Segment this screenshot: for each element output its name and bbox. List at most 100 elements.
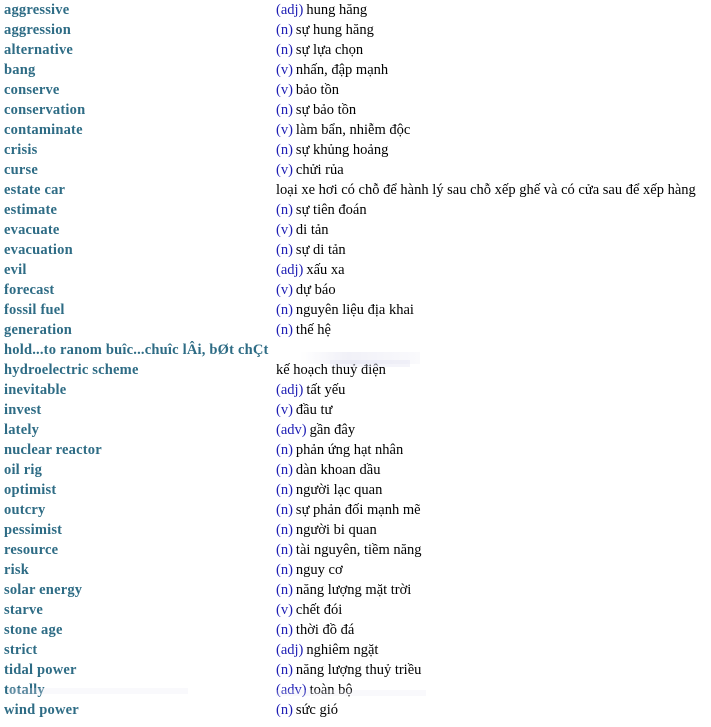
vocab-row: pessimist (n) người bi quan: [0, 520, 711, 540]
vocab-row: generation (n) thế hệ: [0, 320, 711, 340]
part-of-speech-tag: (n): [276, 22, 293, 38]
vocab-definition: (n) sự di tản: [276, 240, 346, 260]
vocab-row: outcry (n) sự phản đối mạnh mẽ: [0, 500, 711, 520]
vocab-definition: (n) năng lượng thuỷ triều: [276, 660, 421, 680]
vocab-term: generation: [4, 322, 73, 338]
vocab-term: curse: [4, 162, 39, 178]
vocab-definition: (v) nhấn, đập mạnh: [276, 60, 388, 80]
vocab-row: conservation (n) sự bảo tồn: [0, 100, 711, 120]
vocab-gloss: sự khủng hoảng: [295, 142, 389, 158]
vocab-row: contaminate (v) làm bẩn, nhiễm độc: [0, 120, 711, 140]
part-of-speech-tag: (n): [276, 302, 293, 318]
vocab-row: lately (adv) gần đây: [0, 420, 711, 440]
vocab-definition: (adj) xấu xa: [276, 260, 345, 280]
vocab-definition: (n) dàn khoan dầu: [276, 460, 380, 480]
vocab-gloss: sự tiên đoán: [295, 202, 367, 218]
part-of-speech-tag: (adj): [276, 382, 304, 398]
vocab-row: invest (v) đầu tư: [0, 400, 711, 420]
vocab-row: aggression (n) sự hung hăng: [0, 20, 711, 40]
part-of-speech-tag: (n): [276, 542, 293, 558]
vocab-term: stone age: [4, 622, 63, 638]
vocab-definition: (n) người bi quan: [276, 520, 377, 540]
part-of-speech-tag: (adj): [276, 642, 304, 658]
vocab-gloss: bảo tồn: [295, 82, 340, 98]
vocab-definition: (adj) tất yếu: [276, 380, 345, 400]
part-of-speech-tag: (n): [276, 242, 293, 258]
part-of-speech-tag: (n): [276, 42, 293, 58]
vocab-row: estate car loại xe hơi có chỗ để hành lý …: [0, 180, 711, 200]
vocab-row: risk (n) nguy cơ: [0, 560, 711, 580]
vocab-row: alternative (n) sự lựa chọn: [0, 40, 711, 60]
vocab-definition: (adj) nghiêm ngặt: [276, 640, 378, 660]
vocab-row: curse (v) chửi rủa: [0, 160, 711, 180]
vocab-gloss: người bi quan: [295, 522, 377, 538]
vocab-definition: (n) sự lựa chọn: [276, 40, 363, 60]
vocab-row: evil (adj) xấu xa: [0, 260, 711, 280]
vocab-term: optimist: [4, 482, 57, 498]
vocab-gloss: đầu tư: [295, 402, 333, 418]
vocab-row: hold...to ranom buîc...chuîc lÂi, bØt ch…: [0, 340, 711, 360]
vocab-gloss: tài nguyên, tiềm năng: [295, 542, 422, 558]
vocab-term: totally: [4, 682, 45, 698]
vocab-gloss: toàn bộ: [309, 682, 353, 698]
part-of-speech-tag: (n): [276, 562, 293, 578]
part-of-speech-tag: (n): [276, 142, 293, 158]
part-of-speech-tag: (v): [276, 282, 293, 298]
vocab-gloss: sự hung hăng: [295, 22, 374, 38]
vocab-definition: (adv) gần đây: [276, 420, 355, 440]
part-of-speech-tag: (n): [276, 462, 293, 478]
vocab-gloss: phản ứng hạt nhân: [295, 442, 404, 458]
vocab-row: evacuate (v) di tản: [0, 220, 711, 240]
vocabulary-list: aggressive (adj) hung hăng aggression (n) sự …: [0, 0, 711, 720]
vocab-gloss: loại xe hơi có chỗ để hành lý sau chỗ xế…: [276, 182, 696, 198]
vocab-term: evil: [4, 262, 27, 278]
vocab-definition: (v) chửi rủa: [276, 160, 344, 180]
part-of-speech-tag: (adv): [276, 422, 307, 438]
vocab-definition: (n) sự hung hăng: [276, 20, 374, 40]
vocab-term: strict: [4, 642, 38, 658]
vocab-definition: kế hoạch thuỷ điện: [276, 360, 386, 380]
part-of-speech-tag: (n): [276, 102, 293, 118]
vocab-definition: (n) thời đồ đá: [276, 620, 354, 640]
vocab-gloss: hung hăng: [306, 2, 368, 18]
vocab-gloss: nhấn, đập mạnh: [295, 62, 389, 78]
part-of-speech-tag: (v): [276, 402, 293, 418]
part-of-speech-tag: (n): [276, 702, 293, 718]
vocab-row: estimate (n) sự tiên đoán: [0, 200, 711, 220]
vocab-term: pessimist: [4, 522, 63, 538]
vocab-term: conservation: [4, 102, 86, 118]
vocab-row: resource (n) tài nguyên, tiềm năng: [0, 540, 711, 560]
part-of-speech-tag: (n): [276, 522, 293, 538]
part-of-speech-tag: (v): [276, 222, 293, 238]
vocab-gloss: người lạc quan: [295, 482, 383, 498]
part-of-speech-tag: (v): [276, 82, 293, 98]
vocab-row: inevitable (adj) tất yếu: [0, 380, 711, 400]
vocab-term: crisis: [4, 142, 38, 158]
vocab-row: stone age (n) thời đồ đá: [0, 620, 711, 640]
vocab-definition: (n) tài nguyên, tiềm năng: [276, 540, 422, 560]
part-of-speech-tag: (adv): [276, 682, 307, 698]
vocab-term: risk: [4, 562, 29, 578]
vocab-term: resource: [4, 542, 59, 558]
vocab-term: lately: [4, 422, 40, 438]
vocab-term: conserve: [4, 82, 60, 98]
vocab-row: totally (adv) toàn bộ: [0, 680, 711, 700]
vocab-term: alternative: [4, 42, 74, 58]
part-of-speech-tag: (n): [276, 202, 293, 218]
vocab-gloss: chết đói: [295, 602, 343, 618]
vocab-term: hydroelectric scheme: [4, 362, 139, 378]
vocab-definition: (adj) hung hăng: [276, 0, 367, 20]
vocab-term: bang: [4, 62, 36, 78]
vocab-definition: (n) thế hệ: [276, 320, 331, 340]
vocab-gloss: di tản: [295, 222, 329, 238]
part-of-speech-tag: (n): [276, 482, 293, 498]
vocab-gloss: dự báo: [295, 282, 336, 298]
vocab-row: fossil fuel (n) nguyên liệu địa khai: [0, 300, 711, 320]
part-of-speech-tag: (v): [276, 122, 293, 138]
vocab-gloss: sức gió: [295, 702, 339, 718]
vocab-row: bang (v) nhấn, đập mạnh: [0, 60, 711, 80]
vocab-definition: (n) người lạc quan: [276, 480, 382, 500]
vocab-definition: (n) nguyên liệu địa khai: [276, 300, 414, 320]
vocab-row: solar energy (n) năng lượng mặt trời: [0, 580, 711, 600]
vocab-definition: (v) dự báo: [276, 280, 336, 300]
